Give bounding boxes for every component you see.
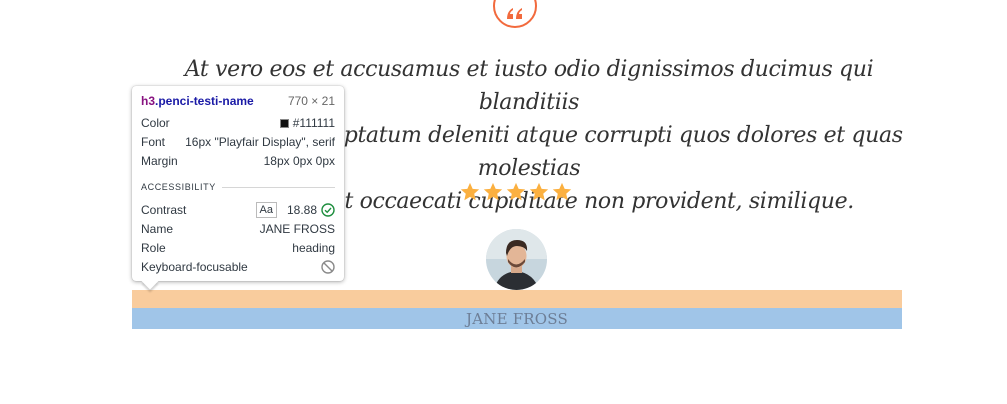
divider [221, 186, 335, 188]
contrast-row: Contrast Aa 18.88 [141, 201, 335, 219]
accessibility-section-title: ACCESSIBILITY [141, 182, 335, 192]
testimonial-name: JANE FROSS [132, 308, 902, 329]
tooltip-header: h3.penci-testi-name 770 × 21 [141, 92, 335, 110]
star-icon [483, 182, 503, 201]
element-tag: h3 [141, 94, 156, 108]
star-icon [506, 182, 526, 201]
row-label: Font [141, 135, 166, 149]
row-label: Role [141, 241, 166, 255]
color-swatch-icon [279, 118, 289, 128]
contrast-value: Aa 18.88 [255, 202, 336, 218]
font-value: 16px "Playfair Display", serif [185, 135, 335, 149]
margin-highlight [132, 290, 902, 308]
avatar [486, 229, 547, 290]
contrast-badge: Aa [255, 202, 277, 218]
section-title-text: ACCESSIBILITY [141, 182, 216, 192]
font-row: Font 16px "Playfair Display", serif [141, 133, 335, 151]
quote-icon [493, 0, 537, 28]
star-icon [529, 182, 549, 201]
name-row: Name JANE FROSS [141, 220, 335, 238]
row-label: Margin [141, 154, 178, 168]
element-selector: h3.penci-testi-name [141, 94, 254, 108]
accessible-name-value: JANE FROSS [259, 222, 335, 236]
row-label: Color [141, 116, 170, 130]
row-value: #111111 [279, 116, 335, 130]
margin-row: Margin 18px 0px 0px [141, 152, 335, 170]
not-allowed-icon [321, 260, 335, 274]
role-value: heading [292, 241, 335, 255]
star-icon [552, 182, 572, 201]
element-class: .penci-testi-name [155, 94, 254, 108]
color-value: #111111 [292, 116, 335, 130]
role-row: Role heading [141, 239, 335, 257]
element-size: 770 × 21 [287, 94, 335, 108]
margin-value: 18px 0px 0px [263, 154, 335, 168]
star-icon [460, 182, 480, 201]
star-rating [459, 181, 573, 203]
check-circle-icon [321, 203, 335, 217]
keyboard-focusable-row: Keyboard-focusable [141, 258, 335, 276]
inspector-tooltip: h3.penci-testi-name 770 × 21 Color #1111… [132, 86, 344, 290]
row-label: Contrast [141, 203, 187, 217]
color-row: Color #111111 [141, 114, 335, 132]
row-label: Name [141, 222, 174, 236]
row-label: Keyboard-focusable [141, 260, 248, 274]
contrast-ratio: 18.88 [286, 203, 317, 217]
